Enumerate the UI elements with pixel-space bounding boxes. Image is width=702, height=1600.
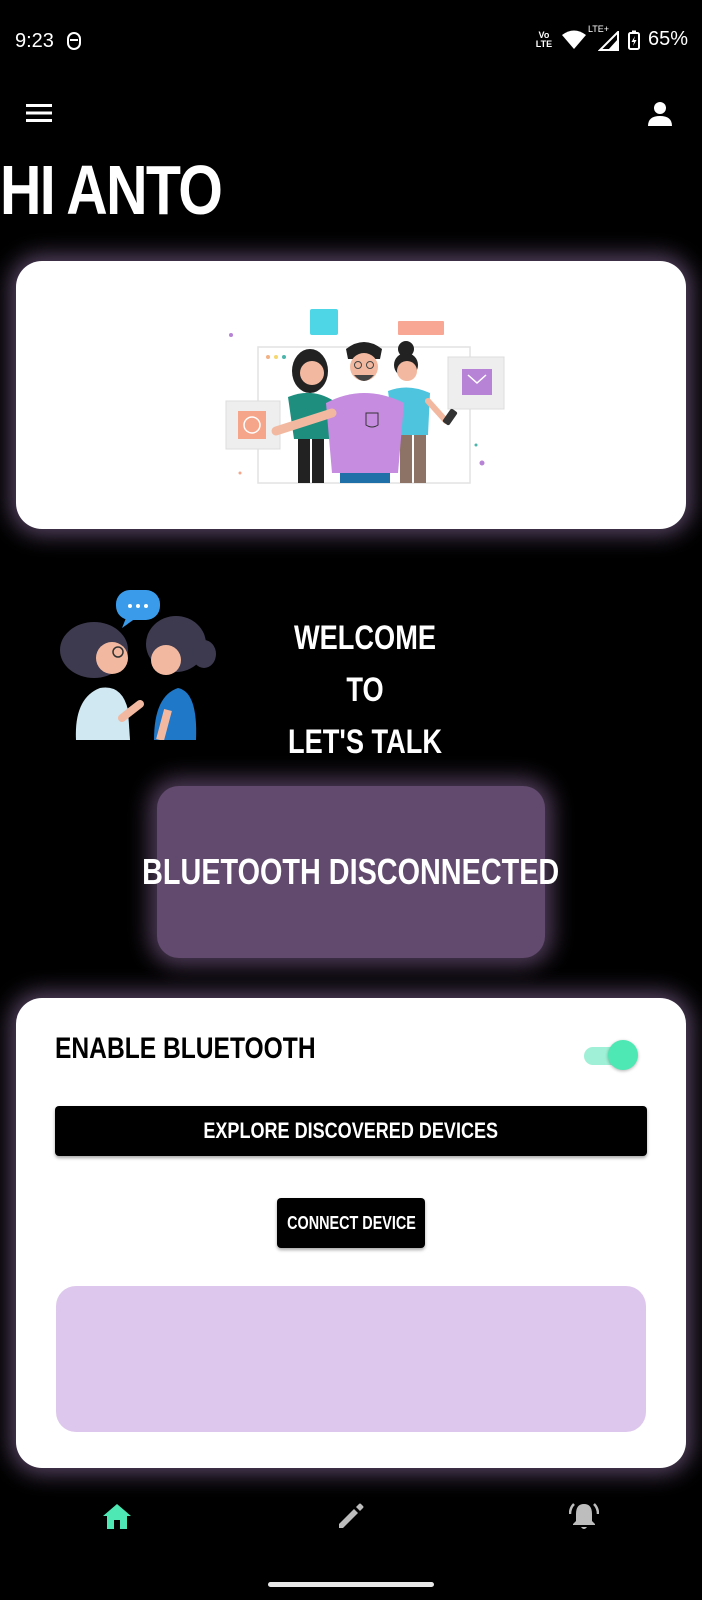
bluetooth-control-card: ENABLE BLUETOOTH EXPLORE DISCOVERED DEVI…	[16, 998, 686, 1468]
bell-alert-icon[interactable]	[569, 1500, 599, 1532]
status-right-group: Vo LTE LTE+ 65%	[534, 24, 688, 51]
home-indicator[interactable]	[268, 1582, 434, 1587]
device-info-box	[56, 1286, 646, 1432]
bluetooth-toggle[interactable]	[584, 1040, 638, 1070]
welcome-line-2: LET'S TALK	[287, 723, 443, 761]
bluetooth-status-text: BLUETOOTH DISCONNECTED	[142, 851, 560, 892]
welcome-heading: WELCOME TO LET'S TALK	[273, 612, 457, 768]
chat-illustration	[60, 590, 216, 740]
toggle-thumb	[608, 1040, 638, 1070]
explore-devices-label: EXPLORE DISCOVERED DEVICES	[203, 1118, 499, 1143]
team-illustration	[225, 309, 505, 484]
pencil-icon[interactable]	[337, 1502, 365, 1530]
status-bar: 9:23 Vo LTE LTE+ 65%	[0, 0, 702, 88]
connect-device-button[interactable]: CONNECT DEVICE	[277, 1198, 425, 1248]
explore-devices-button[interactable]: EXPLORE DISCOVERED DEVICES	[55, 1106, 647, 1156]
signal-icon	[597, 30, 619, 51]
menu-icon[interactable]	[26, 102, 52, 124]
battery-percent: 65%	[647, 28, 688, 50]
profile-icon[interactable]	[646, 100, 674, 128]
home-icon[interactable]	[102, 1502, 132, 1530]
connect-device-label: CONNECT DEVICE	[286, 1212, 416, 1233]
notification-icon	[67, 32, 81, 50]
hero-card	[16, 261, 686, 529]
enable-bluetooth-label: ENABLE BLUETOOTH	[55, 1032, 316, 1065]
signal-group: LTE+	[588, 24, 620, 51]
welcome-line-1: WELCOME TO	[293, 619, 437, 709]
bottom-nav	[0, 1490, 702, 1550]
bluetooth-status-panel: BLUETOOTH DISCONNECTED	[142, 786, 560, 958]
battery-icon	[627, 30, 640, 50]
volte-label: Vo LTE	[535, 29, 553, 49]
status-time: 9:23	[15, 30, 54, 52]
wifi-icon	[561, 30, 586, 49]
greeting-title: HI ANTO	[0, 151, 223, 229]
